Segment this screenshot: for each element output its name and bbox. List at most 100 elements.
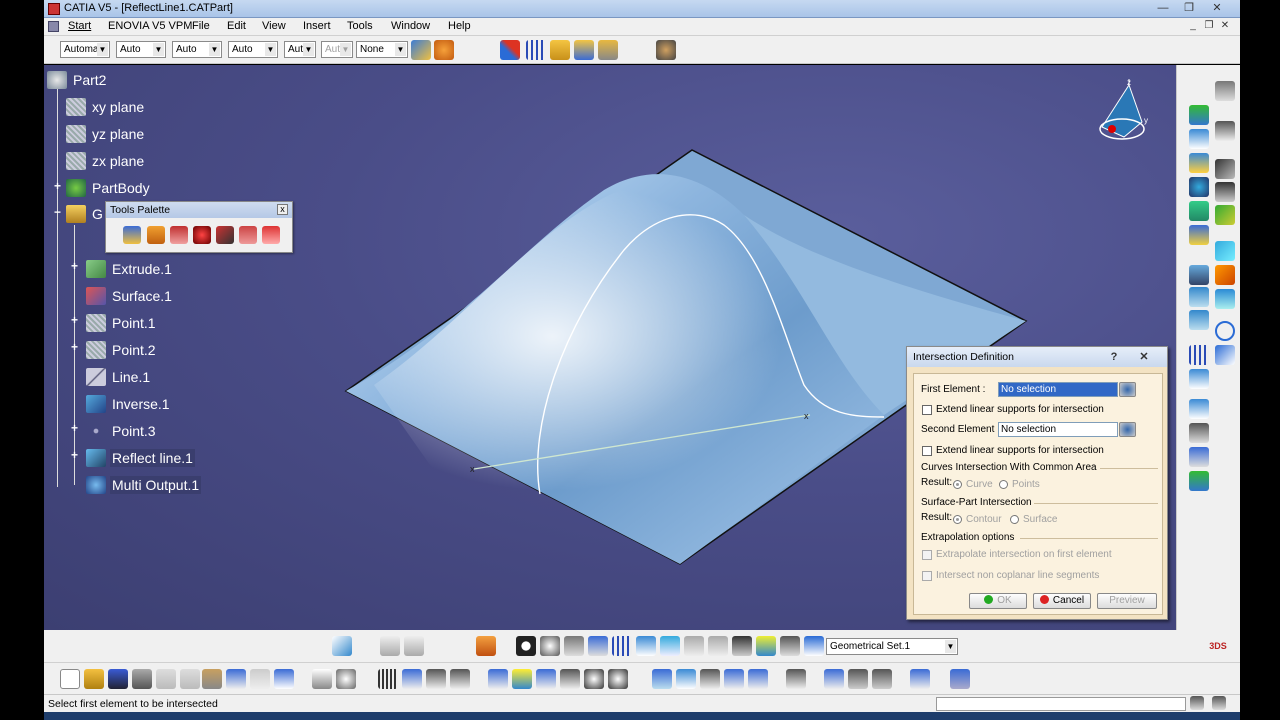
quick-view-icon[interactable]: [676, 669, 696, 689]
menu-help[interactable]: Help: [448, 20, 471, 32]
construction-elements-icon[interactable]: [550, 40, 570, 60]
measure-item-icon[interactable]: [848, 669, 868, 689]
measure-between-icon[interactable]: [824, 669, 844, 689]
new-file-icon[interactable]: [60, 669, 80, 689]
selection-picker-icon[interactable]: [1119, 422, 1136, 437]
tree-item-partbody[interactable]: PartBody: [66, 177, 152, 199]
law-editor-icon[interactable]: [402, 669, 422, 689]
tree-item-line-1[interactable]: Line.1: [86, 366, 152, 388]
surface-radio[interactable]: [1010, 515, 1019, 524]
dimensional-constraints-icon[interactable]: [598, 40, 618, 60]
multi-view-icon[interactable]: [708, 636, 728, 656]
expand-icon[interactable]: +: [53, 180, 62, 192]
analysis-icon[interactable]: [1189, 471, 1209, 491]
design-table-icon[interactable]: [378, 669, 398, 689]
extend-linear-checkbox-1[interactable]: [922, 405, 932, 415]
menu-edit[interactable]: Edit: [227, 20, 246, 32]
tree-item-geometrical-set[interactable]: G: [66, 203, 105, 225]
tree-item-reflect-line-1[interactable]: Reflect line.1: [86, 447, 195, 469]
line-tool-icon[interactable]: [1215, 159, 1235, 179]
select-icon[interactable]: [123, 226, 141, 244]
whats-this-icon[interactable]: [274, 669, 294, 689]
curve-tool-icon[interactable]: [1215, 182, 1235, 202]
transformation-icon[interactable]: [1189, 369, 1209, 389]
undo-icon[interactable]: [226, 669, 246, 689]
fill-icon[interactable]: [1189, 201, 1209, 221]
properties-icon[interactable]: [434, 40, 454, 60]
zoom-out-icon[interactable]: [608, 669, 628, 689]
menu-view[interactable]: View: [262, 20, 286, 32]
tree-item-point-3[interactable]: Point.3: [86, 420, 158, 442]
contour-radio[interactable]: [953, 515, 962, 524]
copy-paste-icon[interactable]: [380, 636, 400, 656]
measure-inertia-icon[interactable]: [872, 669, 892, 689]
hide-show-icon[interactable]: [756, 636, 776, 656]
multi-section-icon[interactable]: [1215, 241, 1235, 261]
command-icon[interactable]: [1212, 696, 1226, 710]
pattern-tool-icon[interactable]: [910, 669, 930, 689]
compass-widget[interactable]: z y: [1084, 77, 1154, 147]
pattern-icon[interactable]: [1189, 345, 1209, 365]
redo-icon[interactable]: [250, 669, 270, 689]
join-icon[interactable]: [1215, 265, 1235, 285]
transparency-combo[interactable]: Auto ▼: [116, 41, 166, 58]
line-thickness-combo[interactable]: Auto ▼: [172, 41, 222, 58]
axis-icon[interactable]: [1189, 399, 1209, 419]
menu-tools[interactable]: Tools: [347, 20, 373, 32]
selection-picker-icon[interactable]: [1119, 382, 1136, 397]
normal-view-icon[interactable]: [684, 636, 704, 656]
cube-view-icon[interactable]: [636, 636, 656, 656]
collapse-icon[interactable]: −: [53, 206, 62, 218]
curve-radio[interactable]: [953, 480, 962, 489]
trim-icon[interactable]: [1189, 287, 1209, 307]
grid-icon[interactable]: [526, 40, 546, 60]
expand-icon[interactable]: +: [70, 422, 79, 434]
catalog-icon[interactable]: [426, 669, 446, 689]
boundary-icon[interactable]: [1215, 289, 1235, 309]
tree-item-yz-plane[interactable]: yz plane: [66, 123, 146, 145]
extrude-tool-icon[interactable]: [1189, 153, 1209, 173]
menu-file[interactable]: File: [192, 20, 210, 32]
zoom-area-icon[interactable]: [512, 669, 532, 689]
circle-icon[interactable]: [1215, 321, 1235, 341]
tree-item-xy-plane[interactable]: xy plane: [66, 96, 146, 118]
shading-icon[interactable]: [700, 669, 720, 689]
cut-by-plane-icon[interactable]: [574, 40, 594, 60]
command-input[interactable]: [936, 697, 1186, 711]
paintbrush-icon[interactable]: [411, 40, 431, 60]
measure-icon[interactable]: [332, 636, 352, 656]
tree-item-point-2[interactable]: Point.2: [86, 339, 158, 361]
extract-icon[interactable]: [1189, 310, 1209, 330]
instantiate-icon[interactable]: [450, 669, 470, 689]
tools-palette-close-button[interactable]: x: [277, 204, 288, 215]
extrapolate-checkbox[interactable]: [922, 550, 932, 560]
workbench-icon[interactable]: [656, 40, 676, 60]
rendering-style-combo[interactable]: Aut ▼: [321, 41, 353, 58]
paste-icon[interactable]: [262, 226, 280, 244]
normal-view-icon[interactable]: [652, 669, 672, 689]
expand-icon[interactable]: +: [70, 449, 79, 461]
tree-item-inverse-1[interactable]: Inverse.1: [86, 393, 172, 415]
doc-minimize-button[interactable]: _: [1186, 20, 1200, 33]
tree-item-point-1[interactable]: Point.1: [86, 312, 158, 334]
tree-root-part2[interactable]: Part2: [47, 69, 108, 91]
connect-curve-icon[interactable]: [1215, 345, 1235, 365]
layer-combo[interactable]: None ▼: [356, 41, 408, 58]
mesh-icon[interactable]: [612, 636, 632, 656]
sketch-icon[interactable]: [1215, 121, 1235, 141]
minimize-button[interactable]: —: [1152, 1, 1174, 16]
expand-icon[interactable]: +: [70, 314, 79, 326]
cut-icon[interactable]: [156, 669, 176, 689]
swap-space-icon[interactable]: [748, 669, 768, 689]
hand-icon[interactable]: [476, 636, 496, 656]
hide-icon[interactable]: [724, 669, 744, 689]
pan-icon[interactable]: [536, 669, 556, 689]
save-icon[interactable]: [108, 669, 128, 689]
help-button[interactable]: ?: [1103, 349, 1125, 365]
blend-icon[interactable]: [1189, 225, 1209, 245]
doc-close-button[interactable]: ✕: [1218, 20, 1232, 33]
target-icon[interactable]: [193, 226, 211, 244]
swap-visible-icon[interactable]: [780, 636, 800, 656]
fly-mode-icon[interactable]: [516, 636, 536, 656]
tree-item-surface-1[interactable]: Surface.1: [86, 285, 174, 307]
